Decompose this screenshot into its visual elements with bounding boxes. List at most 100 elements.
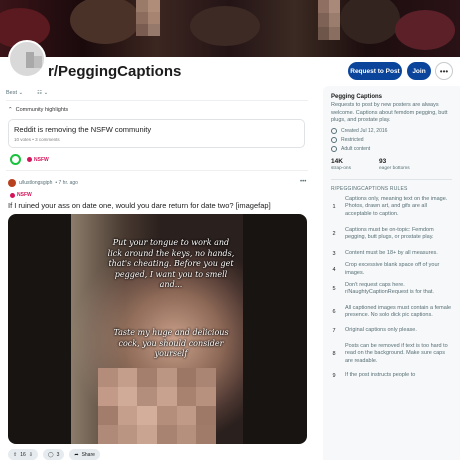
vote-pill: ⇧ 16 ⇩ [8,449,38,460]
nsfw-tag: NSFW [27,157,49,163]
join-button[interactable]: Join [407,62,431,80]
rule-item[interactable]: 5 Don't request caps here. r/NaughtyCapti… [331,278,452,301]
rule-text: Content must be 18+ by all measures. [345,249,438,256]
divider [6,170,308,171]
sort-label: Best [6,90,18,96]
post-actions: ⇧ 16 ⇩ ◯ 3 ➦ Share [8,449,100,460]
rule-item[interactable]: 8 Posts can be removed if text is too har… [331,339,452,370]
rule-text: Crop excessive blank space off of your i… [345,262,440,276]
post-options-icon[interactable]: ••• [300,179,306,185]
restricted-text: Restricted [341,136,364,143]
rule-number: 3 [332,250,336,257]
rules-list: 1 Captions only, meaning text on the imag… [331,192,452,382]
highlights-heading: Community highlights [15,107,69,113]
sidebar-stats: 14K strap-ons 93 eager bottoms [331,158,452,171]
page-title: r/PeggingCaptions [48,63,182,80]
created-line: Created Jul 12, 2016 [331,127,452,134]
post-author[interactable]: u/lustlongsgiph [19,180,52,186]
divider [331,178,452,180]
comment-icon: ◯ [47,451,54,458]
chevron-down-icon: ⌄ [43,90,49,96]
rule-item[interactable]: 1 Captions only, meaning text on the imag… [331,192,452,223]
highlight-actions: NSFW [10,154,49,165]
user-avatar[interactable] [8,179,16,187]
rule-text: If the post instructs people to [345,371,416,378]
downvote-icon[interactable]: ⇩ [29,452,33,458]
highlight-card[interactable]: Reddit is removing the NSFW community 10… [8,119,305,148]
chevron-up-icon: ⌃ [8,107,13,113]
online-label: eager bottoms [379,165,410,171]
highlights-toggle[interactable]: ⌃ Community highlights [8,107,68,113]
online-count: 93 [379,157,387,165]
share-icon: ➦ [74,451,79,458]
rule-item[interactable]: 3 Content must be 18+ by all measures. [331,246,452,262]
rule-text: Captions only, meaning text on the image… [345,195,448,217]
ellipsis-icon: ••• [439,66,449,76]
members-count: 14K [331,157,343,165]
nsfw-icon [10,192,15,198]
highlight-title: Reddit is removing the NSFW community [14,125,152,134]
post-age: • 7 hr. ago [55,180,78,186]
rule-item[interactable]: 9 If the post instructs people to [331,370,452,382]
banner-blob [190,6,260,46]
nsfw-label: NSFW [17,192,32,198]
comment-count: 3 [56,451,60,458]
nsfw-icon [27,157,32,162]
community-banner [0,0,460,57]
rule-text: Don't request caps here. r/NaughtyCaptio… [345,281,434,296]
layout-icon: ☷ [37,90,43,96]
rule-item[interactable]: 4 Crop excessive blank space off of your … [331,262,452,278]
rule-item[interactable]: 7 Original captions only please. [331,324,452,339]
sidebar-name: Pegging Captions [331,94,382,100]
rule-text: All captioned images must contain a fema… [345,304,452,319]
banner-blob [395,10,455,50]
comments-button[interactable]: ◯ 3 [42,449,65,460]
censor-mosaic [98,368,216,444]
post-meta: u/lustlongsgiph • 7 hr. ago [8,179,78,187]
caption-bottom: Taste my huge and delicious cock, you sh… [113,328,229,358]
community-avatar [8,40,46,78]
online-stat: 93 eager bottoms [379,158,410,171]
adult-line: Adult content [331,145,452,152]
post-nsfw-tag: NSFW [10,192,32,198]
members-label: strap-ons [331,165,351,171]
share-button[interactable]: ➦ Share [69,449,100,460]
rule-number: 6 [332,309,336,315]
restricted-line: Restricted [331,136,452,143]
more-options-button[interactable]: ••• [435,62,453,80]
cake-icon [331,127,337,134]
rule-text: Posts can be removed if text is too hard… [345,342,448,364]
view-dropdown[interactable]: ☷ ⌄ [37,90,48,96]
members-stat: 14K strap-ons [331,158,351,171]
created-text: Created Jul 12, 2016 [341,127,388,134]
highlight-meta: 10 votes • 3 comments [14,137,60,142]
banner-censor-mosaic [136,0,160,36]
rule-number: 5 [332,286,336,292]
banner-censor-mosaic [318,0,340,40]
vote-count: 16 [20,451,26,458]
rule-number: 9 [332,372,336,379]
rule-number: 4 [332,266,336,273]
globe-icon [331,136,337,143]
banner-blob [340,0,400,44]
rule-item[interactable]: 6 All captioned images must contain a fem… [331,301,452,324]
divider [6,100,308,101]
share-label: Share [81,451,95,458]
request-to-post-button[interactable]: Request to Post [348,62,402,80]
rule-number: 7 [332,328,336,334]
rule-text: Original captions only please. [345,327,417,334]
post-title[interactable]: If I ruined your ass on date one, would … [8,201,271,210]
caption-top: Put your tongue to work and lick around … [107,238,235,289]
rule-item[interactable]: 2 Captions must be on-topic: Femdom peggi… [331,223,452,246]
upvote-icon[interactable]: ⇧ [13,452,17,458]
adult-text: Adult content [341,145,371,152]
sort-dropdown[interactable]: Best ⌄ [6,90,23,96]
eye-icon [331,145,337,152]
rule-text: Captions must be on-topic: Femdom peggin… [345,226,434,241]
rule-number: 2 [332,231,336,237]
community-sidebar: Pegging Captions Requests to post by new… [323,86,460,460]
rule-number: 8 [332,351,336,357]
sort-bar: Best ⌄ ☷ ⌄ [6,90,48,96]
post-image[interactable]: Put your tongue to work and lick around … [8,214,307,444]
rule-number: 1 [332,204,336,210]
